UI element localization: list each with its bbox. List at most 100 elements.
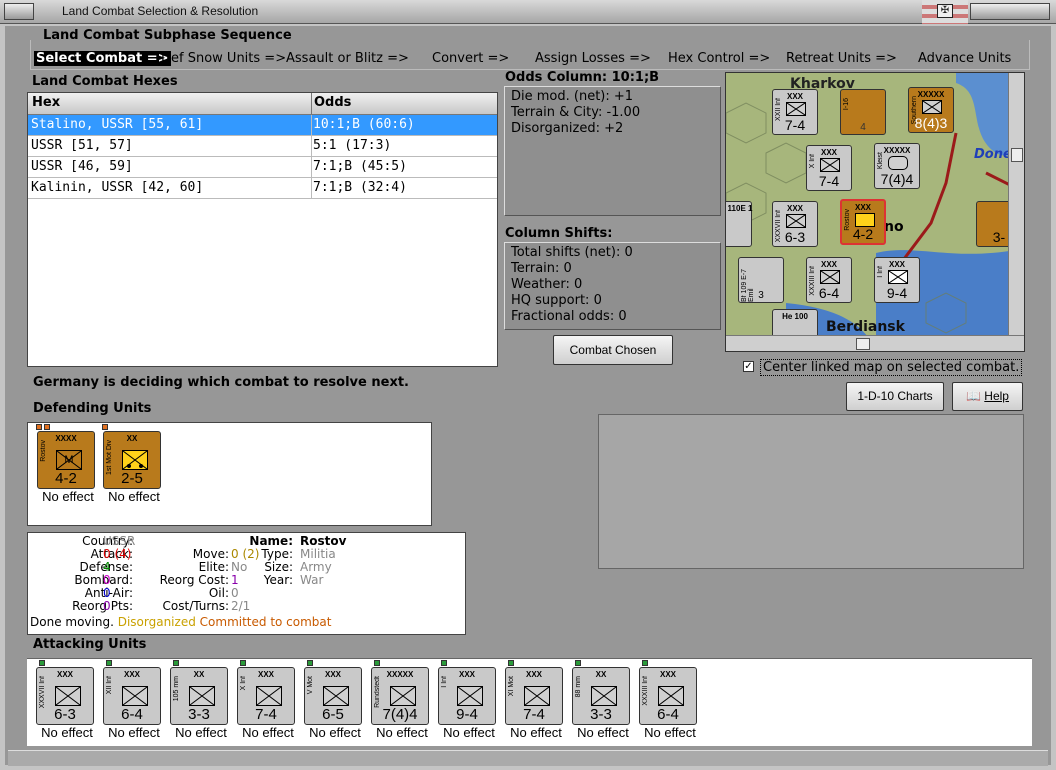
map-label-done: Done bbox=[974, 147, 1012, 162]
unit-counter: XX 88 mm 3-3 bbox=[572, 667, 630, 725]
table-row[interactable]: USSR [51, 57] 5:1 (17:3) bbox=[28, 136, 497, 157]
map-counter[interactable]: XXXXX Southern 8(4)3 bbox=[908, 87, 954, 133]
attacking-unit[interactable]: XXX V Mot 6-5 No effect bbox=[299, 659, 362, 740]
unit-counter: XXX XXXIII Inf 6-4 bbox=[639, 667, 697, 725]
elite-label: Elite: bbox=[198, 560, 229, 574]
status-dot bbox=[240, 660, 246, 666]
help-label: Help bbox=[984, 389, 1009, 403]
charts-button[interactable]: 1-D-10 Charts bbox=[846, 382, 944, 411]
year-value: War bbox=[300, 573, 324, 587]
title-bar: Land Combat Selection & Resolution ✠ bbox=[0, 0, 1056, 24]
hex-list[interactable]: Hex Odds Stalino, USSR [55, 61] 10:1;B (… bbox=[27, 92, 498, 367]
col-odds[interactable]: Odds bbox=[314, 95, 351, 110]
type-value: Militia bbox=[300, 547, 336, 561]
fractional-odds: Fractional odds: 0 bbox=[511, 309, 627, 324]
odds-panel: Die mod. (net): +1 Terrain & City: -1.00… bbox=[504, 86, 721, 216]
odds-cell: 7:1;B (32:4) bbox=[313, 180, 407, 195]
defense-value: 4 bbox=[103, 560, 111, 574]
effect-label: No effect bbox=[108, 489, 160, 504]
unit-name: 88 mm bbox=[575, 676, 582, 698]
table-row[interactable]: Stalino, USSR [55, 61] 10:1;B (60:6) bbox=[28, 115, 497, 136]
unit-counter: XXX X Inf 7-4 bbox=[237, 667, 295, 725]
help-button[interactable]: 📖 Help bbox=[952, 382, 1023, 411]
status-message: Germany is deciding which combat to reso… bbox=[33, 375, 409, 390]
map-counter[interactable]: XXX I Inf 9-4 bbox=[874, 257, 920, 303]
map-counter[interactable]: XXXXX Kleist 7(4)4 bbox=[874, 143, 920, 189]
defending-unit[interactable]: XXXX Rostov M 4-2 No effect bbox=[32, 423, 95, 504]
attacking-unit[interactable]: XXX XII Inf 6-4 No effect bbox=[98, 659, 161, 740]
effect-label: No effect bbox=[577, 725, 629, 740]
map-counter-selected[interactable]: XXX Rostov 4-2 bbox=[840, 199, 886, 245]
center-map-label[interactable]: Center linked map on selected combat. bbox=[760, 359, 1023, 376]
elite-value: No bbox=[231, 560, 248, 574]
map-counter[interactable]: 110E 1 bbox=[726, 201, 752, 247]
attacking-unit[interactable]: XXX XI Mot 7-4 No effect bbox=[500, 659, 563, 740]
unit-strength: 6-3 bbox=[54, 706, 76, 723]
status-dot bbox=[441, 660, 447, 666]
attacking-unit[interactable]: XX 88 mm 3-3 No effect bbox=[567, 659, 630, 740]
defending-header: Defending Units bbox=[33, 401, 152, 416]
step-assign-losses: Assign Losses => bbox=[535, 51, 651, 66]
flag-icon: ✠ bbox=[922, 0, 968, 24]
system-menu-button[interactable] bbox=[4, 3, 34, 20]
map-horizontal-scrollbar[interactable] bbox=[726, 335, 1024, 351]
map-counter[interactable]: Bf 109 E-7 Emil 3 bbox=[738, 257, 784, 303]
effect-label: No effect bbox=[41, 725, 93, 740]
unit-strength: 3-3 bbox=[188, 706, 210, 723]
unit-symbol-icon bbox=[189, 686, 215, 706]
effect-label: No effect bbox=[644, 725, 696, 740]
map-label-berdiansk: Berdiansk bbox=[826, 319, 905, 335]
move-value: 0 (2) bbox=[231, 547, 260, 561]
step-retreat: Retreat Units => bbox=[786, 51, 897, 66]
cost-turns-label: Cost/Turns: bbox=[162, 599, 229, 613]
unit-strength: 7-4 bbox=[255, 706, 277, 723]
map-counter[interactable]: I-16 4 bbox=[840, 89, 886, 135]
size-value: Army bbox=[300, 560, 332, 574]
attacking-unit[interactable]: XXX XXXVII Inf 6-3 No effect bbox=[31, 659, 94, 740]
attacking-header: Attacking Units bbox=[33, 637, 147, 652]
unit-name: V Mot bbox=[307, 676, 314, 695]
defending-unit[interactable]: XX 1st Mot Div 2-5 No effect bbox=[98, 423, 161, 504]
table-row[interactable]: USSR [46, 59] 7:1;B (45:5) bbox=[28, 157, 497, 178]
unit-symbol-icon bbox=[390, 686, 416, 706]
results-panel bbox=[598, 414, 1024, 569]
attacking-unit[interactable]: XX 105 mm 3-3 No effect bbox=[165, 659, 228, 740]
status-dot bbox=[374, 660, 380, 666]
attacking-unit[interactable]: XXX X Inf 7-4 No effect bbox=[232, 659, 295, 740]
status-dot bbox=[39, 660, 45, 666]
effect-label: No effect bbox=[175, 725, 227, 740]
map-counter[interactable]: XXX XXXVII Inf 6-3 bbox=[772, 201, 818, 247]
center-map-checkbox[interactable]: ✓ bbox=[743, 361, 754, 372]
move-label: Move: bbox=[192, 547, 229, 561]
map-counter[interactable]: XXX X Inf 7-4 bbox=[806, 145, 852, 191]
attacking-unit[interactable]: XXXXX Rundstedt 7(4)4 No effect bbox=[366, 659, 429, 740]
total-shifts: Total shifts (net): 0 bbox=[511, 245, 633, 260]
linked-map[interactable]: Kharkov Done no Berdiansk XXX XXII Inf 7-4… bbox=[725, 72, 1025, 352]
hex-list-header: Hex Odds bbox=[28, 93, 497, 115]
status-dot bbox=[508, 660, 514, 666]
unit-counter: XXX XI Mot 7-4 bbox=[505, 667, 563, 725]
unit-status-line: Done moving. Disorganized Committed to c… bbox=[30, 615, 332, 629]
unit-counter: XX 105 mm 3-3 bbox=[170, 667, 228, 725]
reorg-pts-value: 0 bbox=[103, 599, 111, 613]
table-row[interactable]: Kalinin, USSR [42, 60] 7:1;B (32:4) bbox=[28, 178, 497, 199]
col-hex[interactable]: Hex bbox=[32, 95, 60, 110]
type-label: Type: bbox=[261, 547, 293, 561]
combat-chosen-button[interactable]: Combat Chosen bbox=[553, 335, 673, 365]
step-convert: Convert => bbox=[432, 51, 510, 66]
odds-cell: 10:1;B (60:6) bbox=[313, 117, 415, 132]
map-counter[interactable]: XXX XXII Inf 7-4 bbox=[772, 89, 818, 135]
map-vertical-scrollbar[interactable] bbox=[1008, 73, 1024, 335]
window-controls[interactable] bbox=[970, 3, 1050, 20]
attacking-unit[interactable]: XXX XXXIII Inf 6-4 No effect bbox=[634, 659, 697, 740]
hex-cell: USSR [46, 59] bbox=[31, 159, 133, 174]
attacking-unit[interactable]: XXX I Inf 9-4 No effect bbox=[433, 659, 496, 740]
unit-symbol-icon bbox=[122, 686, 148, 706]
map-hscroll-thumb[interactable] bbox=[856, 338, 870, 350]
status-dot bbox=[106, 660, 112, 666]
unit-counter: XXX I Inf 9-4 bbox=[438, 667, 496, 725]
map-counter[interactable]: XXX XXXIII Inf 6-4 bbox=[806, 257, 852, 303]
unit-name: XXXVII Inf bbox=[39, 676, 46, 709]
map-vscroll-thumb[interactable] bbox=[1011, 148, 1023, 162]
terrain-shift: Terrain: 0 bbox=[511, 261, 572, 276]
